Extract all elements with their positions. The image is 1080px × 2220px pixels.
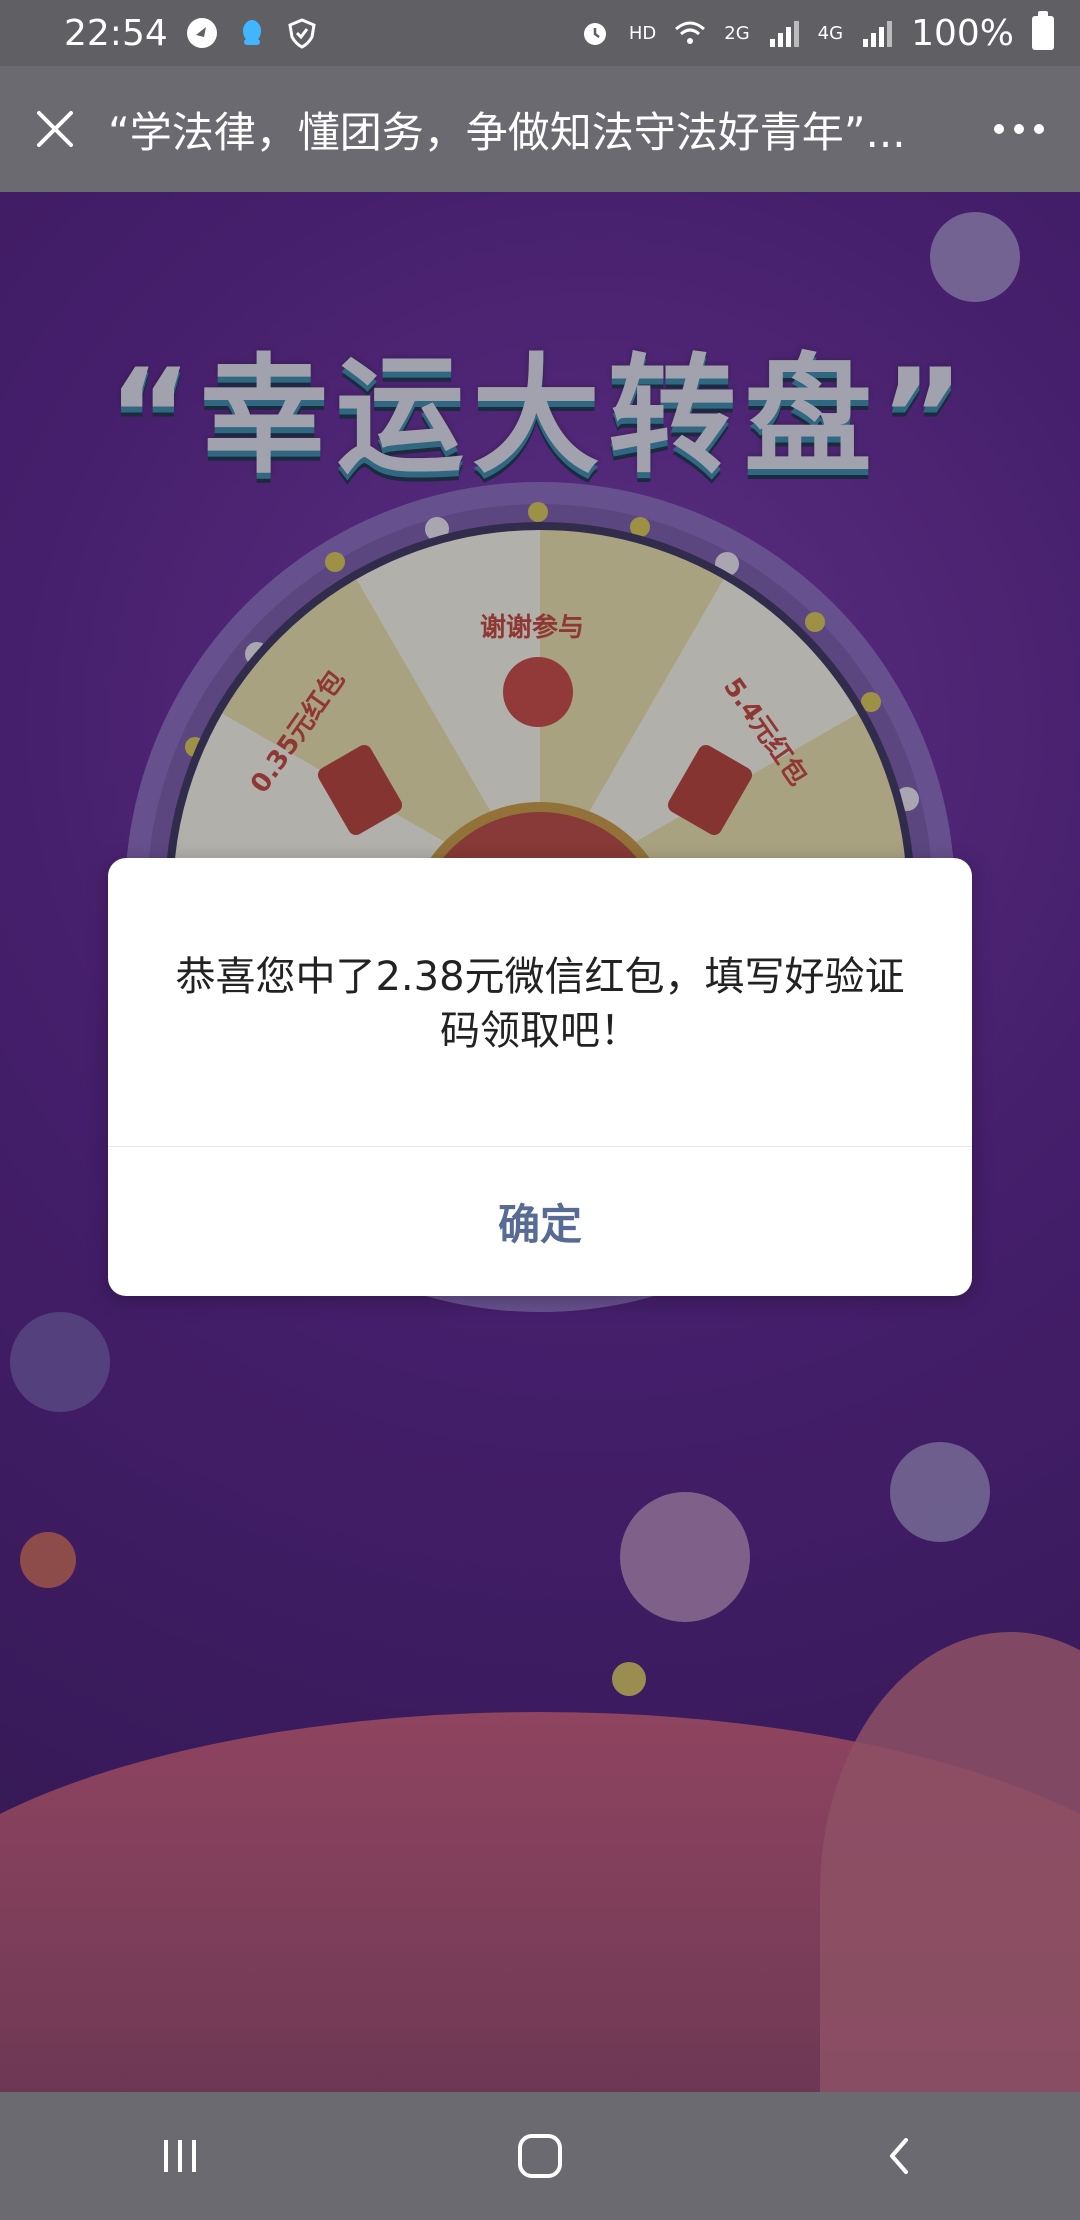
signal-icon <box>861 17 893 49</box>
hd-label: HD <box>628 22 657 44</box>
wifi-icon <box>674 17 706 49</box>
status-time: 22:54 <box>64 12 168 54</box>
net-4g-label: 4G <box>817 22 844 44</box>
alarm-icon <box>579 17 611 49</box>
shield-icon <box>286 17 318 49</box>
close-button[interactable] <box>28 102 82 156</box>
status-right: HD 2G 4G 100% <box>579 11 1054 54</box>
prize-dialog: 恭喜您中了2.38元微信红包，填写好验证码领取吧！ 确定 <box>108 858 972 1296</box>
system-nav-bar <box>0 2092 1080 2220</box>
more-icon <box>994 124 1044 134</box>
status-bar: 22:54 HD 2G 4G 100% <box>0 0 1080 66</box>
qq-icon <box>236 17 268 49</box>
webview-nav-bar: “学法律，懂团务，争做知法守法好青年”... <box>0 66 1080 192</box>
lottery-page: “幸运大转盘” 谢谢参与 0.35元红包 5.4元红包 恭喜您中了2.38元微信… <box>0 192 1080 2092</box>
status-left: 22:54 <box>64 13 318 54</box>
bird-notification-icon <box>186 17 218 49</box>
dialog-message: 恭喜您中了2.38元微信红包，填写好验证码领取吧！ <box>175 954 905 1054</box>
recents-icon <box>164 2140 196 2172</box>
back-button[interactable] <box>855 2111 945 2201</box>
home-button[interactable] <box>495 2111 585 2201</box>
close-icon <box>37 111 73 147</box>
net-2g-label: 2G <box>724 22 750 44</box>
more-button[interactable] <box>986 109 1052 149</box>
signal-icon <box>768 17 800 49</box>
battery-percent: 100% <box>911 12 1014 54</box>
back-icon <box>890 2138 908 2174</box>
battery-icon <box>1032 11 1054 50</box>
recents-button[interactable] <box>135 2111 225 2201</box>
confirm-button[interactable]: 确定 <box>108 1147 972 1296</box>
home-icon <box>518 2134 562 2178</box>
page-title: “学法律，懂团务，争做知法守法好青年”... <box>108 107 906 157</box>
